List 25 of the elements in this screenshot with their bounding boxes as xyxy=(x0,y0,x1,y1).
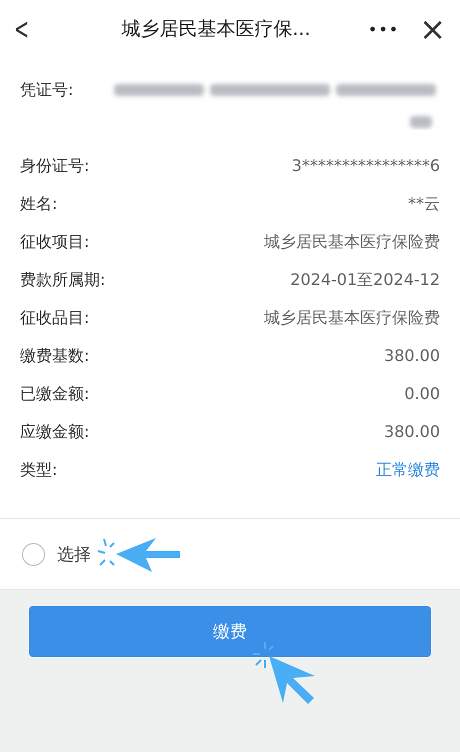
close-button[interactable]: × xyxy=(419,13,446,45)
more-button[interactable]: ••• xyxy=(368,20,400,38)
field-value: 3****************6 xyxy=(292,156,440,175)
field-label: 类型: xyxy=(20,460,58,481)
field-value: 城乡居民基本医疗保险费 xyxy=(264,232,440,253)
field-value: 城乡居民基本医疗保险费 xyxy=(264,308,440,329)
field-value: 2024-01至2024-12 xyxy=(290,270,440,291)
field-label: 缴费基数: xyxy=(20,346,90,367)
select-label: 选择 xyxy=(57,544,91,566)
page-title: 城乡居民基本医疗保... xyxy=(120,17,312,42)
field-value: 380.00 xyxy=(384,422,440,441)
back-button[interactable]: < xyxy=(14,12,50,46)
field-label: 应缴金额: xyxy=(20,422,90,443)
field-label: 征收项目: xyxy=(20,232,90,253)
field-value: 0.00 xyxy=(404,384,440,403)
field-value: 380.00 xyxy=(384,346,440,365)
field-label: 征收品目: xyxy=(20,308,90,329)
field-label: 费款所属期: xyxy=(20,270,106,291)
field-label: 已缴金额: xyxy=(20,384,90,405)
select-radio[interactable] xyxy=(22,542,45,566)
field-label: 身份证号: xyxy=(20,156,90,177)
field-value: **云 xyxy=(408,194,440,215)
field-label: 凭证号: xyxy=(20,80,74,101)
payment-type-link[interactable]: 正常缴费 xyxy=(376,460,440,481)
field-label: 姓名: xyxy=(20,194,58,215)
